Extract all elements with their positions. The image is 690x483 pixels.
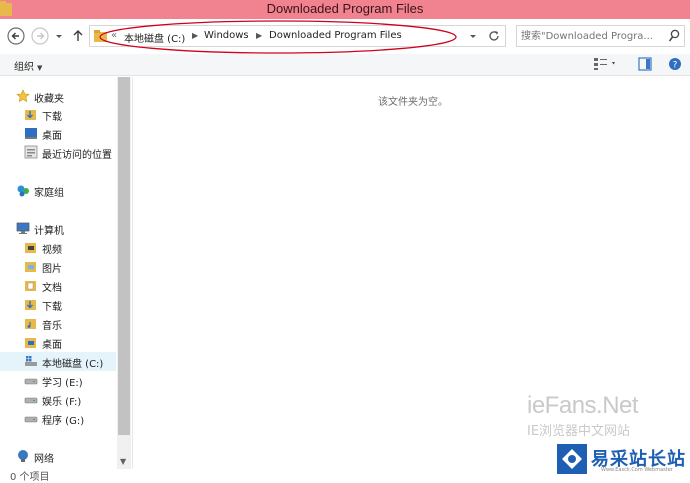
pane-divider[interactable] bbox=[132, 77, 133, 469]
sidebar-item-label: 程序 (G:) bbox=[42, 416, 85, 427]
sidebar-item-drive-e[interactable]: 学习 (E:) bbox=[0, 371, 116, 390]
chevron-right-icon[interactable]: ▶ bbox=[256, 31, 262, 40]
computer-icon bbox=[16, 222, 30, 234]
help-icon[interactable]: ? bbox=[668, 57, 682, 71]
up-button[interactable] bbox=[70, 26, 86, 46]
sidebar-item-computer[interactable]: 计算机 bbox=[0, 219, 116, 238]
star-icon bbox=[16, 89, 30, 103]
empty-folder-message: 该文件夹为空。 bbox=[378, 97, 448, 108]
drive-icon bbox=[24, 378, 38, 385]
sidebar-item-label: 文档 bbox=[42, 283, 62, 294]
svg-text:?: ? bbox=[673, 61, 678, 71]
sidebar-item-label: 家庭组 bbox=[34, 188, 64, 199]
logo-icon bbox=[562, 449, 582, 469]
downloads-folder-icon bbox=[25, 300, 36, 310]
navigation-bar: « 本地磁盘 (C:) ▶ Windows ▶ Downloaded Progr… bbox=[0, 19, 690, 54]
back-button[interactable] bbox=[6, 26, 26, 46]
sidebar-item-drive-f[interactable]: 娱乐 (F:) bbox=[0, 390, 116, 409]
downloads-folder-icon bbox=[25, 110, 36, 120]
change-view-icon[interactable] bbox=[593, 57, 617, 71]
chevron-right-icon[interactable]: ▶ bbox=[192, 31, 198, 40]
logo-subtext: Www.Easck.Com Webmaster bbox=[601, 467, 673, 473]
command-toolbar: 组织 ▼ ? bbox=[0, 54, 690, 76]
search-icon[interactable] bbox=[668, 29, 680, 43]
chevron-down-icon: ▼ bbox=[37, 64, 43, 72]
sidebar-item-music[interactable]: 音乐 bbox=[0, 314, 116, 333]
preview-pane-icon[interactable] bbox=[638, 57, 652, 71]
title-bar: Downloaded Program Files bbox=[0, 0, 690, 19]
sidebar-item-documents[interactable]: 文档 bbox=[0, 276, 116, 295]
sidebar-item-downloads-2[interactable]: 下载 bbox=[0, 295, 116, 314]
search-box[interactable] bbox=[516, 25, 685, 47]
pictures-folder-icon bbox=[25, 262, 36, 272]
sidebar-item-label: 视频 bbox=[42, 245, 62, 256]
sidebar-item-homegroup[interactable]: 家庭组 bbox=[0, 181, 116, 200]
watermark-brand: ieFans.Net bbox=[527, 392, 639, 419]
sidebar-item-label: 本地磁盘 (C:) bbox=[42, 359, 104, 370]
drive-icon bbox=[24, 416, 38, 423]
address-dropdown-icon[interactable] bbox=[465, 28, 481, 44]
sidebar-item-label: 计算机 bbox=[34, 226, 64, 237]
sidebar-item-downloads[interactable]: 下载 bbox=[0, 105, 116, 124]
drive-icon bbox=[24, 397, 38, 404]
videos-folder-icon bbox=[25, 243, 36, 253]
sidebar-item-label: 图片 bbox=[42, 264, 62, 275]
sidebar-item-label: 桌面 bbox=[42, 131, 62, 142]
organize-label: 组织 bbox=[14, 62, 34, 73]
system-drive-icon bbox=[25, 356, 37, 366]
recent-places-icon bbox=[24, 145, 38, 159]
sidebar-item-local-disk-c[interactable]: 本地磁盘 (C:) bbox=[0, 352, 116, 371]
chevron-down-icon[interactable]: ▼ bbox=[120, 457, 126, 466]
navigation-pane: 收藏夹 下载 桌面 最近访问的位置 家庭组 计算机 视频 图片 文档 下载 音乐 bbox=[0, 77, 132, 469]
breadcrumb-downloaded-program-files[interactable]: Downloaded Program Files bbox=[269, 30, 402, 41]
sidebar-item-desktop[interactable]: 桌面 bbox=[0, 124, 116, 143]
breadcrumb-overflow[interactable]: « bbox=[111, 30, 117, 41]
desktop-icon bbox=[25, 128, 37, 139]
sidebar-item-label: 收藏夹 bbox=[34, 94, 64, 105]
sidebar-item-favorites[interactable]: 收藏夹 bbox=[0, 87, 116, 106]
documents-folder-icon bbox=[25, 281, 36, 291]
sidebar-item-label: 下载 bbox=[42, 112, 62, 123]
watermark-tagline: IE浏览器中文网站 bbox=[527, 424, 631, 439]
status-item-count: 0 个项目 bbox=[10, 472, 50, 483]
sidebar-item-label: 桌面 bbox=[42, 340, 62, 351]
breadcrumb-local-disk[interactable]: 本地磁盘 (C:) bbox=[124, 30, 185, 45]
scrollbar-thumb[interactable] bbox=[118, 77, 130, 435]
sidebar-item-label: 下载 bbox=[42, 302, 62, 313]
sidebar-item-network[interactable]: 网络 bbox=[0, 447, 116, 466]
breadcrumb-windows[interactable]: Windows bbox=[204, 30, 249, 41]
sidebar-item-desktop-2[interactable]: 桌面 bbox=[0, 333, 116, 352]
refresh-icon[interactable] bbox=[486, 28, 502, 44]
sidebar-item-pictures[interactable]: 图片 bbox=[0, 257, 116, 276]
sidebar-item-label: 学习 (E:) bbox=[42, 378, 83, 389]
organize-menu-button[interactable]: 组织 ▼ bbox=[14, 58, 42, 73]
address-bar[interactable]: « 本地磁盘 (C:) ▶ Windows ▶ Downloaded Progr… bbox=[89, 25, 506, 47]
homegroup-icon bbox=[17, 185, 29, 197]
window-title: Downloaded Program Files bbox=[266, 1, 424, 16]
network-icon bbox=[18, 450, 28, 462]
sidebar-scrollbar[interactable]: ▼ bbox=[117, 77, 131, 469]
sidebar-item-drive-g[interactable]: 程序 (G:) bbox=[0, 409, 116, 428]
search-input[interactable] bbox=[521, 28, 661, 44]
logo-mark bbox=[557, 444, 587, 474]
sidebar-item-label: 网络 bbox=[34, 454, 54, 465]
folder-icon bbox=[94, 30, 107, 42]
sidebar-item-label: 娱乐 (F:) bbox=[42, 397, 82, 408]
music-folder-icon bbox=[25, 319, 36, 329]
watermark-logo: 易采站长站 Www.Easck.Com Webmaster bbox=[555, 443, 690, 477]
sidebar-item-label: 音乐 bbox=[42, 321, 62, 332]
desktop-folder-icon bbox=[25, 338, 36, 348]
sidebar-item-label: 最近访问的位置 bbox=[42, 150, 112, 161]
sidebar-item-recent-places[interactable]: 最近访问的位置 bbox=[0, 143, 116, 162]
recent-locations-dropdown[interactable] bbox=[54, 26, 64, 46]
forward-button[interactable] bbox=[30, 26, 50, 46]
sidebar-item-videos[interactable]: 视频 bbox=[0, 238, 116, 257]
